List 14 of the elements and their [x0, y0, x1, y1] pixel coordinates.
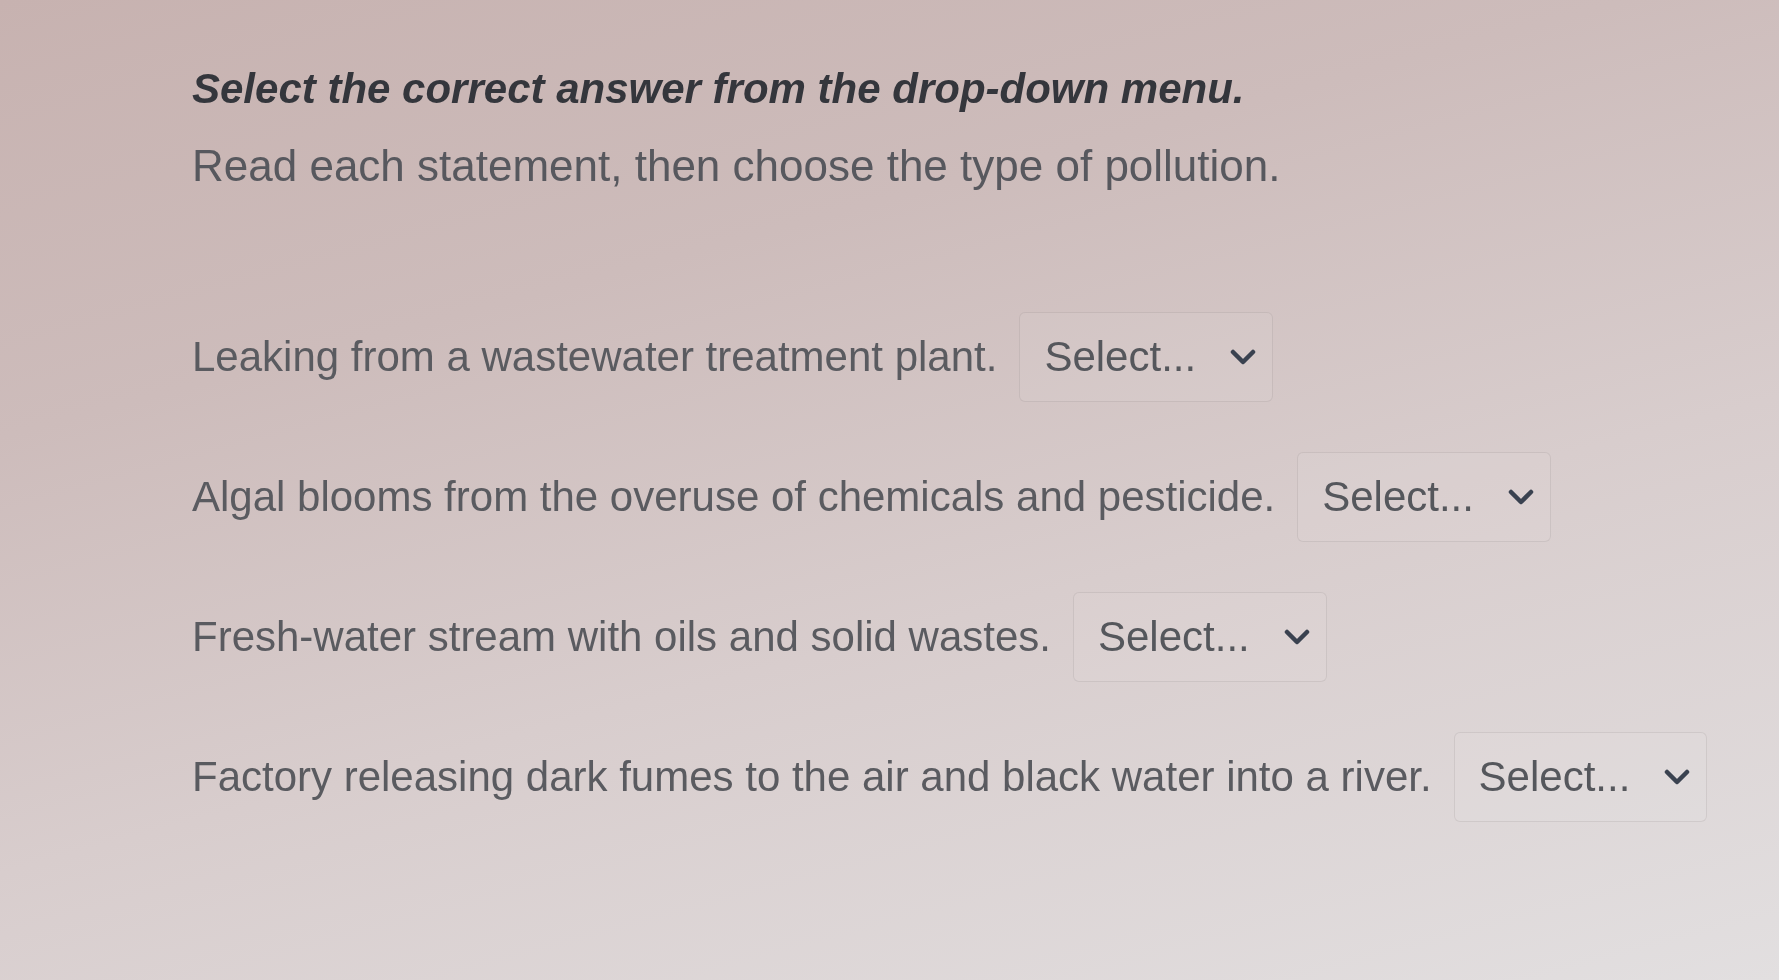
instruction-title: Select the correct answer from the drop-down menu. [192, 64, 1245, 114]
statement-text: Fresh-water stream with oils and solid wastes. [192, 612, 1051, 661]
chevron-down-icon [1507, 488, 1534, 505]
statement-text: Factory releasing dark fumes to the air and black water into a river. [192, 752, 1432, 801]
chevron-down-icon [1664, 768, 1691, 785]
statement-text: Leaking from a wastewater treatment plant. [192, 332, 998, 381]
statement-text: Algal blooms from the overuse of chemicals and pesticide. [192, 472, 1276, 521]
select-dropdown[interactable]: Select... [1297, 451, 1551, 542]
select-dropdown[interactable]: Select... [1073, 591, 1327, 682]
select-dropdown[interactable]: Select... [1019, 311, 1274, 402]
chevron-down-icon [1283, 628, 1310, 645]
instruction-text: Read each statement, then choose the type of pollution. [192, 139, 1281, 192]
select-dropdown[interactable]: Select... [1453, 731, 1708, 822]
chevron-down-icon [1230, 348, 1257, 365]
